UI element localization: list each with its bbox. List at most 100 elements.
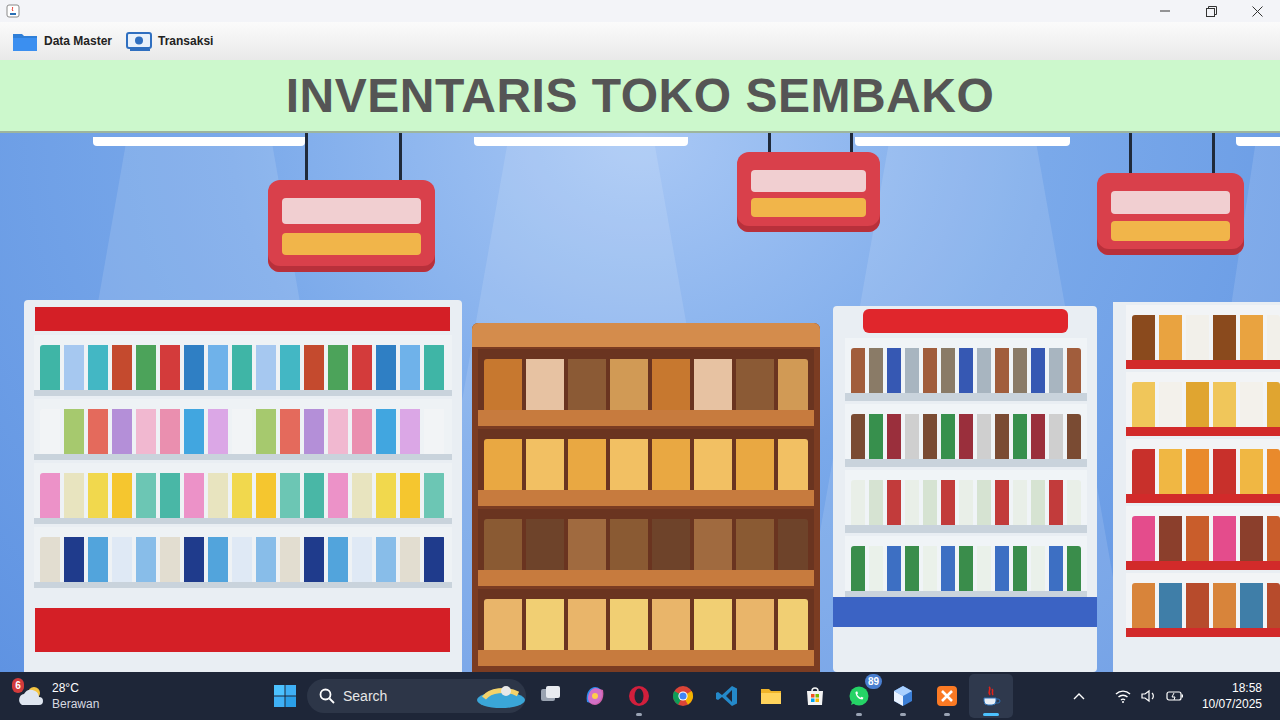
maximize-button[interactable] bbox=[1188, 0, 1234, 22]
products bbox=[40, 345, 446, 391]
taskbar-app[interactable] bbox=[705, 674, 749, 718]
products bbox=[851, 348, 1081, 394]
sign-panel bbox=[282, 233, 421, 255]
search-icon bbox=[319, 688, 335, 704]
sign-panel bbox=[1111, 191, 1230, 214]
shelf-board bbox=[1126, 360, 1280, 369]
shelf-board bbox=[478, 570, 814, 586]
shelf-board bbox=[1126, 427, 1280, 436]
menu-item[interactable]: Data Master bbox=[8, 28, 116, 54]
taskbar-app[interactable] bbox=[573, 674, 617, 718]
weather-widget[interactable]: 628°CBerawan bbox=[0, 680, 263, 712]
weather-badge: 6 bbox=[12, 678, 24, 693]
restore-icon bbox=[1206, 6, 1217, 17]
running-indicator bbox=[944, 713, 950, 716]
taskbar-app[interactable] bbox=[529, 674, 573, 718]
sign-string bbox=[399, 133, 402, 184]
menu-bar: Data MasterTransaksi bbox=[0, 22, 1280, 60]
ceiling-lamp bbox=[474, 137, 688, 146]
shelf-board bbox=[478, 490, 814, 506]
search-box[interactable]: Search bbox=[307, 679, 526, 713]
opera-icon bbox=[627, 684, 651, 708]
shelf-board bbox=[1126, 561, 1280, 570]
taskbar-app[interactable] bbox=[661, 674, 705, 718]
sign-string bbox=[305, 133, 308, 184]
menu-item[interactable]: Transaksi bbox=[122, 28, 217, 54]
start-button[interactable] bbox=[263, 674, 307, 718]
products bbox=[851, 414, 1081, 460]
speaker-icon bbox=[1141, 689, 1157, 703]
products bbox=[484, 359, 808, 411]
shelf-board bbox=[478, 650, 814, 666]
clock[interactable]: 18:5810/07/2025 bbox=[1202, 680, 1262, 712]
explorer-icon bbox=[759, 684, 783, 708]
products bbox=[1132, 449, 1280, 495]
fridge-panel bbox=[833, 597, 1097, 627]
chrome-icon bbox=[671, 684, 695, 708]
shelf-board bbox=[845, 525, 1087, 533]
show-hidden-icons-button[interactable] bbox=[1066, 676, 1092, 716]
store-icon bbox=[803, 684, 827, 708]
fridge-top bbox=[863, 309, 1068, 333]
products bbox=[40, 537, 446, 583]
ceiling-lamp bbox=[93, 137, 305, 146]
products bbox=[1132, 315, 1280, 361]
banner: INVENTARIS TOKO SEMBAKO bbox=[0, 60, 1280, 133]
windows-logo-icon bbox=[274, 685, 296, 707]
shelf-board bbox=[34, 454, 452, 460]
minimize-button[interactable] bbox=[1142, 0, 1188, 22]
products bbox=[484, 519, 808, 571]
ceiling-lamp bbox=[1236, 137, 1280, 146]
taskbar-app[interactable] bbox=[925, 674, 969, 718]
products bbox=[1132, 583, 1280, 629]
weather-widget-icon-wrap[interactable]: 6 bbox=[16, 683, 46, 709]
ceiling-lamp bbox=[855, 137, 1070, 146]
taskbar-app[interactable] bbox=[749, 674, 793, 718]
running-indicator bbox=[856, 713, 862, 716]
money-icon bbox=[126, 30, 152, 52]
shelf-board bbox=[1126, 628, 1280, 637]
products bbox=[1132, 382, 1280, 428]
taskview-icon bbox=[539, 684, 563, 708]
shelf-board bbox=[845, 393, 1087, 401]
taskbar-app[interactable] bbox=[969, 674, 1013, 718]
sign-panel bbox=[751, 198, 866, 217]
shelf-board bbox=[1126, 494, 1280, 503]
shelf-board bbox=[845, 459, 1087, 467]
notification-badge: 89 bbox=[865, 674, 882, 689]
volume-button[interactable] bbox=[1136, 676, 1162, 716]
battery-button[interactable] bbox=[1162, 676, 1188, 716]
title-bar bbox=[0, 0, 1280, 22]
close-button[interactable] bbox=[1234, 0, 1280, 22]
rack-top bbox=[472, 323, 820, 347]
products bbox=[1132, 516, 1280, 562]
fridge-top bbox=[35, 307, 450, 331]
cube-icon bbox=[891, 684, 915, 708]
products bbox=[851, 480, 1081, 526]
taskbar-app[interactable] bbox=[793, 674, 837, 718]
sign-panel bbox=[751, 170, 866, 192]
taskbar-app[interactable] bbox=[617, 674, 661, 718]
products bbox=[851, 546, 1081, 592]
running-indicator bbox=[636, 713, 642, 716]
chevron-up-icon bbox=[1073, 692, 1085, 700]
java-icon bbox=[979, 684, 1003, 708]
products bbox=[484, 599, 808, 651]
xampp-icon bbox=[935, 684, 959, 708]
system-tray: 18:5810/07/2025 bbox=[1066, 676, 1280, 716]
network-button[interactable] bbox=[1110, 676, 1136, 716]
battery-icon bbox=[1166, 690, 1184, 702]
close-icon bbox=[1252, 6, 1263, 17]
wifi-icon bbox=[1115, 689, 1131, 703]
running-indicator bbox=[983, 713, 999, 716]
products bbox=[484, 439, 808, 491]
store-illustration bbox=[0, 133, 1280, 672]
promo-sign bbox=[268, 180, 435, 272]
fridge-bottom bbox=[35, 608, 450, 652]
running-indicator bbox=[900, 713, 906, 716]
products bbox=[40, 473, 446, 519]
taskbar-app[interactable]: 89 bbox=[837, 674, 881, 718]
taskbar-app[interactable] bbox=[881, 674, 925, 718]
shelf-board bbox=[34, 582, 452, 588]
sign-panel bbox=[1111, 221, 1230, 241]
